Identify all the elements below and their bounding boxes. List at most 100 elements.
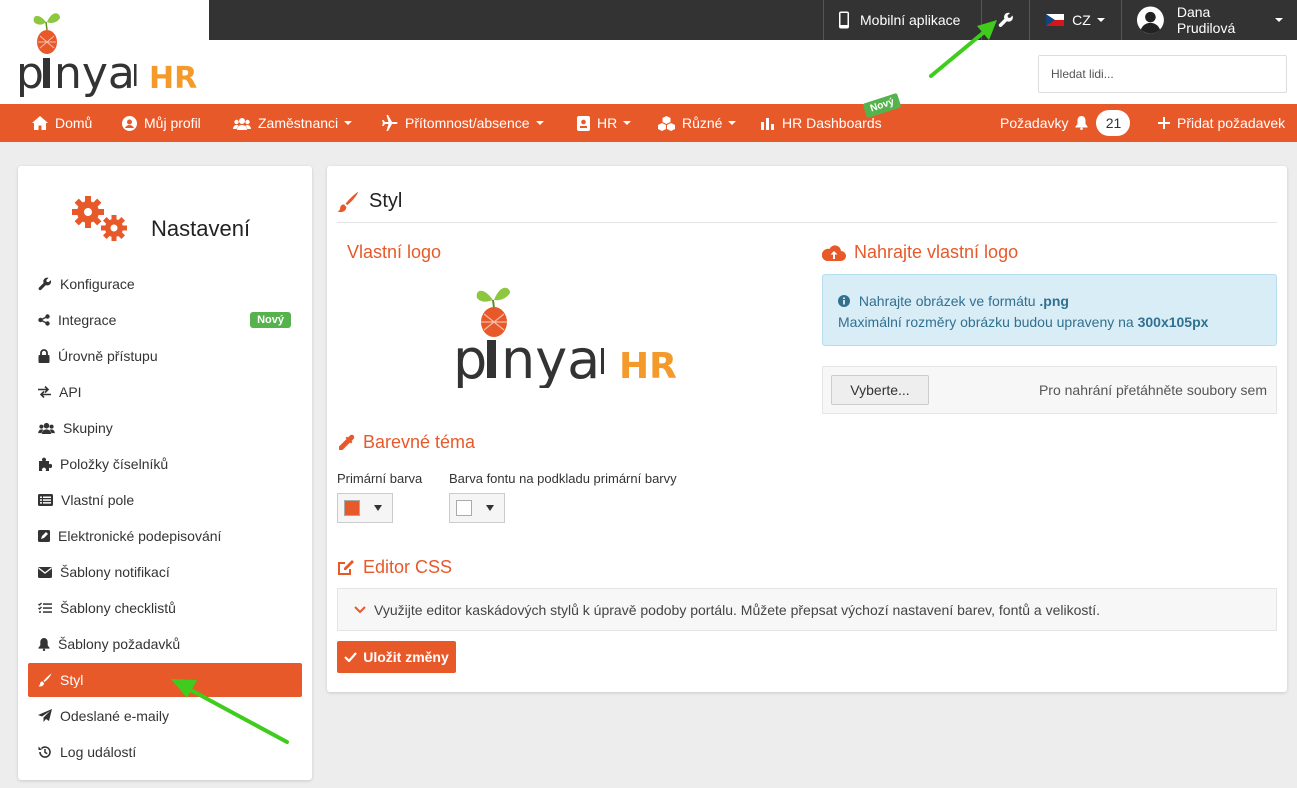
page-title-text: Styl <box>369 190 403 212</box>
color-theme-heading-text: Barevné téma <box>363 432 476 452</box>
add-request-button[interactable]: Přidat požadavek <box>1158 104 1285 142</box>
sidebar-item-configuration[interactable]: Konfigurace <box>28 267 302 301</box>
sidebar-item-groups[interactable]: Skupiny <box>28 411 302 445</box>
upload-info-box: Nahrajte obrázek ve formátu .png Maximál… <box>822 274 1277 346</box>
info-size: 300x105px <box>1137 314 1209 330</box>
choose-file-button[interactable]: Vyberte... <box>831 375 929 405</box>
search-input[interactable] <box>1038 55 1287 93</box>
upload-logo-heading-text: Nahrajte vlastní logo <box>854 242 1019 262</box>
sidebar-item-sent-emails[interactable]: Odeslané e-maily <box>28 699 302 733</box>
sidebar-item-label: Skupiny <box>63 420 113 436</box>
sidebar-item-event-log[interactable]: Log událostí <box>28 735 302 769</box>
font-color-picker[interactable] <box>449 493 505 523</box>
upload-logo-heading: Nahrajte vlastní logo <box>822 242 1018 263</box>
custom-logo-heading: Vlastní logo <box>347 242 441 263</box>
css-editor-heading: Editor CSS <box>337 557 452 578</box>
plane-icon <box>382 115 398 131</box>
nav-item-label: Můj profil <box>144 115 201 131</box>
info-text: Nahrajte obrázek ve formátu <box>858 293 1036 309</box>
svg-text:nya: nya <box>501 328 600 388</box>
save-changes-button[interactable]: Uložit změny <box>337 641 456 673</box>
settings-wrench-button[interactable] <box>981 0 1029 40</box>
sidebar-item-label: Log událostí <box>60 744 137 760</box>
brand-name: p <box>16 48 44 98</box>
primary-color-swatch <box>344 500 360 516</box>
nav-item-employees[interactable]: Zaměstnanci <box>233 104 353 142</box>
paintbrush-icon <box>337 191 359 212</box>
css-editor-hint: Využijte editor kaskádových stylů k úpra… <box>374 601 1101 618</box>
nav-item-label: Přítomnost/absence <box>405 115 530 131</box>
eyedropper-icon <box>339 434 355 450</box>
chevron-down-icon <box>728 121 737 125</box>
sidebar-item-request-templates[interactable]: Šablony požadavků <box>28 627 302 661</box>
sidebar-item-notification-templates[interactable]: Šablony notifikací <box>28 555 302 589</box>
color-theme-heading: Barevné téma <box>337 432 475 453</box>
cloud-upload-icon <box>822 244 846 261</box>
primary-color-picker[interactable] <box>337 493 393 523</box>
user-menu[interactable]: Dana Prudilová <box>1121 0 1297 40</box>
mobile-app-label: Mobilní aplikace <box>860 12 961 28</box>
custom-logo-heading-text: Vlastní logo <box>347 242 442 262</box>
chevron-down-icon <box>344 121 353 125</box>
nav-item-label: Zaměstnanci <box>258 115 339 131</box>
sidebar-item-checklist-templates[interactable]: Šablony checklistů <box>28 591 302 625</box>
info-format: .png <box>1039 293 1069 309</box>
plus-icon <box>1158 117 1170 129</box>
font-color-swatch <box>456 500 472 516</box>
file-uploader[interactable]: Vyberte... Pro nahrání přetáhněte soubor… <box>822 366 1277 414</box>
nav-item-home[interactable]: Domů <box>32 104 92 142</box>
nav-item-my-profile[interactable]: Můj profil <box>122 104 201 142</box>
check-icon <box>344 652 358 662</box>
chevron-down-icon <box>1275 18 1283 22</box>
language-switcher[interactable]: CZ <box>1029 0 1121 40</box>
nav-item-attendance[interactable]: Přítomnost/absence <box>382 104 544 142</box>
paper-plane-icon <box>38 709 52 722</box>
css-editor-toggle[interactable]: Využijte editor kaskádových stylů k úpra… <box>337 588 1277 631</box>
edit-icon <box>338 559 354 575</box>
history-icon <box>38 746 51 758</box>
signature-icon <box>38 530 50 542</box>
lock-icon <box>38 349 50 363</box>
cubes-icon <box>658 115 675 131</box>
nav-item-misc[interactable]: Různé <box>658 104 737 142</box>
sidebar-item-label: Šablony požadavků <box>58 636 181 652</box>
sidebar-item-codelist-items[interactable]: Položky číselníků <box>28 447 302 481</box>
brand-logo[interactable]: p nya HR <box>16 8 206 99</box>
nav-item-label: Domů <box>55 115 93 131</box>
sidebar-item-label: Konfigurace <box>60 276 135 292</box>
nav-item-hr[interactable]: HR <box>577 104 632 142</box>
sidebar-item-label: Položky číselníků <box>60 456 169 472</box>
chevron-down-icon <box>623 121 632 125</box>
sidebar-item-integration[interactable]: Integrace Nový <box>28 303 302 337</box>
sidebar-item-label: Integrace <box>58 312 117 328</box>
envelope-icon <box>38 566 52 578</box>
new-badge: Nový <box>250 312 291 328</box>
sidebar-item-style[interactable]: Styl <box>28 663 302 697</box>
sidebar-item-custom-fields[interactable]: Vlastní pole <box>28 483 302 517</box>
sidebar-item-access-levels[interactable]: Úrovně přístupu <box>28 339 302 373</box>
add-request-label: Přidat požadavek <box>1177 115 1286 131</box>
drop-zone-hint: Pro nahrání přetáhněte soubory sem <box>1038 382 1267 398</box>
svg-text:HR: HR <box>149 61 197 96</box>
sidebar-item-label: Vlastní pole <box>61 492 135 508</box>
primary-color-label: Primární barva <box>337 471 423 486</box>
nav-item-label: HR <box>597 115 618 131</box>
sidebar-item-api[interactable]: API <box>28 375 302 409</box>
list-icon <box>38 494 53 506</box>
info-icon <box>838 295 850 307</box>
nav-item-requests[interactable]: Požadavky 21 <box>1000 104 1131 142</box>
checklist-icon <box>38 602 52 613</box>
sidebar-item-label: Odeslané e-maily <box>60 708 169 724</box>
caret-down-icon <box>486 505 494 511</box>
page-title: Styl <box>337 190 402 213</box>
sidebar-item-label: Šablony notifikací <box>60 564 170 580</box>
home-icon <box>32 116 48 130</box>
custom-logo-preview: p nya HR <box>453 287 677 388</box>
user-name: Dana Prudilová <box>1176 4 1236 36</box>
mobile-app-link[interactable]: Mobilní aplikace <box>823 0 981 40</box>
sidebar-item-e-signing[interactable]: Elektronické podepisování <box>28 519 302 553</box>
puzzle-icon <box>39 457 52 471</box>
requests-label: Požadavky <box>1000 115 1069 131</box>
sidebar-title: Nastavení <box>151 216 251 241</box>
users-icon <box>233 117 251 130</box>
